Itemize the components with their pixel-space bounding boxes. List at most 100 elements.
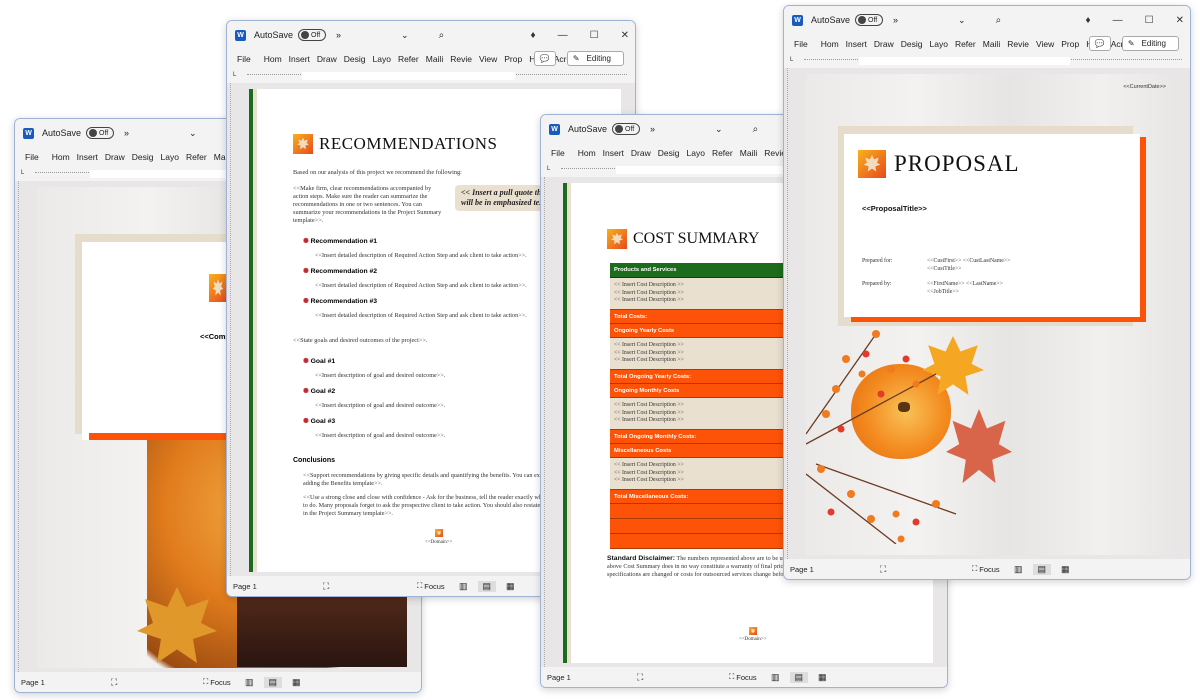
tab-references[interactable]: Refer bbox=[955, 39, 976, 49]
tab-layout[interactable]: Layo bbox=[161, 152, 179, 162]
tab-properties[interactable]: Prop bbox=[504, 54, 522, 64]
focus-button[interactable]: ⛶ Focus bbox=[729, 672, 757, 682]
tab-design[interactable]: Desig bbox=[658, 148, 680, 158]
tab-home[interactable]: Hom bbox=[578, 148, 596, 158]
print-layout-icon[interactable]: ▤ bbox=[1032, 563, 1052, 575]
minimize-button[interactable]: — bbox=[1113, 15, 1123, 26]
close-button[interactable]: ✕ bbox=[1176, 15, 1184, 26]
tab-references[interactable]: Refer bbox=[186, 152, 207, 162]
copilot-icon[interactable]: ♦ bbox=[1086, 15, 1091, 26]
tab-design[interactable]: Desig bbox=[344, 54, 366, 64]
read-mode-icon[interactable]: ▥ bbox=[771, 672, 780, 683]
read-mode-icon[interactable]: ▥ bbox=[459, 581, 468, 592]
horizontal-ruler[interactable]: L bbox=[784, 54, 1190, 68]
tab-layout[interactable]: Layo bbox=[687, 148, 705, 158]
editing-mode-button[interactable]: ✎ Editing bbox=[1121, 36, 1179, 51]
maximize-button[interactable]: ☐ bbox=[590, 30, 599, 41]
tab-review[interactable]: Revie bbox=[1007, 39, 1029, 49]
page-indicator[interactable]: Page 1 bbox=[233, 582, 323, 591]
chevron-down-icon[interactable]: ⌄ bbox=[715, 124, 723, 135]
autosave-toggle[interactable]: Off bbox=[298, 29, 327, 41]
page-indicator[interactable]: Page 1 bbox=[547, 673, 637, 682]
editing-mode-button[interactable]: ✎ Editing bbox=[566, 51, 624, 66]
cost-description-cell[interactable]: << Insert Cost Description >> bbox=[614, 470, 684, 478]
tab-properties[interactable]: Prop bbox=[1061, 39, 1079, 49]
cost-description-cell[interactable]: << Insert Cost Description >> bbox=[614, 342, 684, 350]
tab-home[interactable]: Hom bbox=[52, 152, 70, 162]
tab-draw[interactable]: Draw bbox=[105, 152, 125, 162]
tab-home[interactable]: Hom bbox=[264, 54, 282, 64]
tab-file[interactable]: File bbox=[794, 39, 808, 49]
print-layout-icon[interactable]: ▤ bbox=[789, 671, 809, 683]
autosave-toggle[interactable]: Off bbox=[86, 127, 115, 139]
tab-draw[interactable]: Draw bbox=[874, 39, 894, 49]
tab-view[interactable]: View bbox=[479, 54, 497, 64]
cost-description-cell[interactable]: << Insert Cost Description >> bbox=[614, 477, 684, 485]
cost-description-cell[interactable]: << Insert Cost Description >> bbox=[614, 350, 684, 358]
chevron-down-icon[interactable]: ⌄ bbox=[958, 15, 966, 26]
tab-file[interactable]: File bbox=[237, 54, 251, 64]
tab-draw[interactable]: Draw bbox=[317, 54, 337, 64]
cost-description-cell[interactable]: << Insert Cost Description >> bbox=[614, 410, 684, 418]
tab-view[interactable]: View bbox=[1036, 39, 1054, 49]
tab-insert[interactable]: Insert bbox=[77, 152, 98, 162]
accessibility-icon[interactable]: ⛶ bbox=[323, 581, 329, 592]
tab-layout[interactable]: Layo bbox=[930, 39, 948, 49]
accessibility-icon[interactable]: ⛶ bbox=[111, 677, 117, 688]
copilot-icon[interactable]: ♦ bbox=[531, 30, 536, 41]
chevron-down-icon[interactable]: ⌄ bbox=[401, 30, 409, 41]
web-layout-icon[interactable]: ▦ bbox=[1061, 564, 1070, 575]
tab-mailings[interactable]: Maili bbox=[983, 39, 1000, 49]
accessibility-icon[interactable]: ⛶ bbox=[637, 672, 643, 683]
horizontal-ruler[interactable]: L bbox=[227, 69, 635, 83]
tab-review[interactable]: Revie bbox=[450, 54, 472, 64]
tab-design[interactable]: Desig bbox=[901, 39, 923, 49]
page-indicator[interactable]: Page 1 bbox=[790, 565, 880, 574]
more-commands-icon[interactable]: » bbox=[650, 124, 655, 134]
focus-button[interactable]: ⛶ Focus bbox=[972, 564, 1000, 574]
search-icon[interactable]: ⌕ bbox=[753, 124, 759, 135]
tab-file[interactable]: File bbox=[551, 148, 565, 158]
tab-design[interactable]: Desig bbox=[132, 152, 154, 162]
cost-description-cell[interactable]: << Insert Cost Description >> bbox=[614, 462, 684, 470]
focus-button[interactable]: ⛶ Focus bbox=[417, 581, 445, 591]
page-indicator[interactable]: Page 1 bbox=[21, 678, 111, 687]
web-layout-icon[interactable]: ▦ bbox=[506, 581, 515, 592]
search-icon[interactable]: ⌕ bbox=[996, 15, 1002, 26]
web-layout-icon[interactable]: ▦ bbox=[818, 672, 827, 683]
tab-layout[interactable]: Layo bbox=[373, 54, 391, 64]
tab-mailings[interactable]: Maili bbox=[740, 148, 757, 158]
tab-draw[interactable]: Draw bbox=[631, 148, 651, 158]
autosave-toggle[interactable]: Off bbox=[612, 123, 641, 135]
tab-insert[interactable]: Insert bbox=[289, 54, 310, 64]
cost-description-cell[interactable]: << Insert Cost Description >> bbox=[614, 290, 684, 298]
tab-insert[interactable]: Insert bbox=[603, 148, 624, 158]
print-layout-icon[interactable]: ▤ bbox=[263, 676, 283, 688]
comments-button[interactable]: 💬 bbox=[533, 51, 556, 66]
web-layout-icon[interactable]: ▦ bbox=[292, 677, 301, 688]
print-layout-icon[interactable]: ▤ bbox=[477, 580, 497, 592]
cost-description-cell[interactable]: << Insert Cost Description >> bbox=[614, 297, 684, 305]
close-button[interactable]: ✕ bbox=[621, 30, 629, 41]
maximize-button[interactable]: ☐ bbox=[1145, 15, 1154, 26]
more-commands-icon[interactable]: » bbox=[893, 15, 898, 25]
tab-home[interactable]: Hom bbox=[821, 39, 839, 49]
cost-description-cell[interactable]: << Insert Cost Description >> bbox=[614, 402, 684, 410]
tab-references[interactable]: Refer bbox=[398, 54, 419, 64]
more-commands-icon[interactable]: » bbox=[124, 128, 129, 138]
tab-references[interactable]: Refer bbox=[712, 148, 733, 158]
search-icon[interactable]: ⌕ bbox=[439, 30, 445, 41]
cost-description-cell[interactable]: << Insert Cost Description >> bbox=[614, 282, 684, 290]
autosave-toggle[interactable]: Off bbox=[855, 14, 884, 26]
focus-button[interactable]: ⛶ Focus bbox=[203, 677, 231, 687]
cost-description-cell[interactable]: << Insert Cost Description >> bbox=[614, 417, 684, 425]
comments-button[interactable]: 💬 bbox=[1088, 36, 1111, 51]
tab-mailings[interactable]: Maili bbox=[426, 54, 443, 64]
chevron-down-icon[interactable]: ⌄ bbox=[189, 128, 197, 139]
tab-insert[interactable]: Insert bbox=[846, 39, 867, 49]
cost-description-cell[interactable]: << Insert Cost Description >> bbox=[614, 357, 684, 365]
tab-file[interactable]: File bbox=[25, 152, 39, 162]
minimize-button[interactable]: — bbox=[558, 30, 568, 41]
read-mode-icon[interactable]: ▥ bbox=[245, 677, 254, 688]
read-mode-icon[interactable]: ▥ bbox=[1014, 564, 1023, 575]
